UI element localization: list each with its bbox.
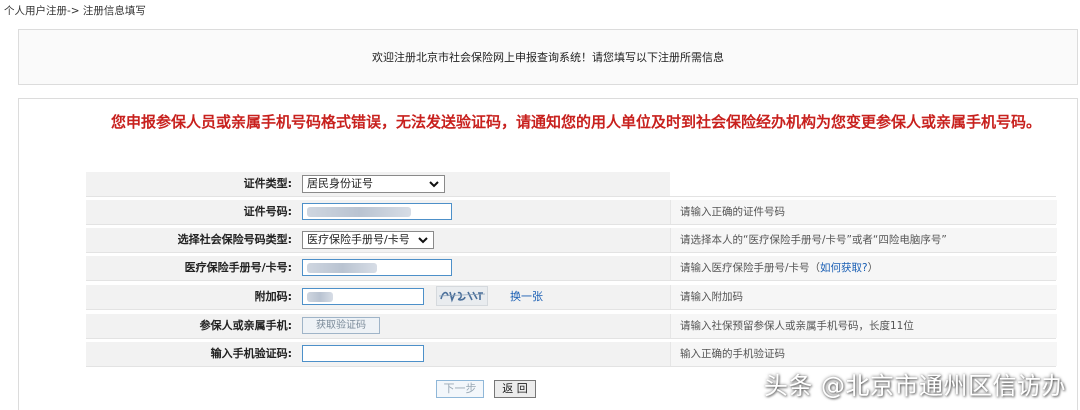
error-message: 您申报参保人员或亲属手机号码格式错误，无法发送验证码，请通知您的用人单位及时到社… <box>110 113 1041 131</box>
back-button[interactable]: 返 回 <box>494 380 536 398</box>
sms-code-input[interactable] <box>302 345 424 362</box>
id-number-hint: 请输入正确的证件号码 <box>680 206 785 218</box>
medical-card-input[interactable] <box>302 259 452 276</box>
row-insurance-type: 选择社会保险号码类型: 医疗保险手册号/卡号 请选择本人的“医疗保险手册号/卡号… <box>86 228 1057 253</box>
redacted-value <box>307 263 377 273</box>
welcome-banner: 欢迎注册北京市社会保险网上申报查询系统！请您填写以下注册所需信息 <box>18 29 1078 85</box>
form-actions: 下一步 返 回 <box>436 380 536 398</box>
row-medical-card: 医疗保险手册号/卡号: 请输入医疗保险手册号/卡号（如何获取?） <box>86 256 1057 281</box>
chevron-down-icon <box>418 237 428 244</box>
row-id-type: 证件类型: 居民身份证号 <box>86 172 1056 197</box>
watermark: 头条 @北京市通州区信访办 <box>763 372 1066 400</box>
next-button[interactable]: 下一步 <box>436 380 484 398</box>
id-type-value: 居民身份证号 <box>307 177 373 190</box>
get-code-button[interactable]: 获取验证码 <box>302 317 380 334</box>
redacted-value <box>307 292 333 302</box>
sms-code-hint: 输入正确的手机验证码 <box>680 348 785 360</box>
phone-hint: 请输入社保预留参保人或亲属手机号码，长度11位 <box>680 320 914 332</box>
captcha-input[interactable] <box>302 288 424 305</box>
id-type-select[interactable]: 居民身份证号 <box>302 175 445 193</box>
insurance-type-select[interactable]: 医疗保险手册号/卡号 <box>302 231 434 249</box>
refresh-captcha-link[interactable]: 换一张 <box>510 285 543 309</box>
sms-code-label: 输入手机验证码: <box>210 347 292 360</box>
insurance-type-value: 医疗保险手册号/卡号 <box>307 233 410 246</box>
chevron-down-icon <box>429 181 439 188</box>
captcha-glyphs-icon <box>438 291 486 303</box>
redacted-value <box>307 207 411 217</box>
row-sms-code: 输入手机验证码: 输入正确的手机验证码 <box>86 342 1057 367</box>
breadcrumb: 个人用户注册-> 注册信息填写 <box>4 5 146 17</box>
insurance-type-label: 选择社会保险号码类型: <box>177 233 292 246</box>
captcha-label: 附加码: <box>254 290 292 303</box>
captcha-hint: 请输入附加码 <box>680 291 743 303</box>
row-captcha: 附加码: 换一张 请输入附加码 <box>86 285 1057 310</box>
medical-card-label: 医疗保险手册号/卡号: <box>184 261 292 274</box>
row-id-number: 证件号码: 请输入正确的证件号码 <box>86 200 1057 225</box>
welcome-text: 欢迎注册北京市社会保险网上申报查询系统！请您填写以下注册所需信息 <box>372 51 724 64</box>
medical-card-hint: 请输入医疗保险手册号/卡号（如何获取?） <box>680 262 879 274</box>
id-type-label: 证件类型: <box>243 177 292 190</box>
id-number-label: 证件号码: <box>243 205 292 218</box>
insurance-type-hint: 请选择本人的“医疗保险手册号/卡号”或者“四险电脑序号” <box>680 234 947 246</box>
phone-label: 参保人或亲属手机: <box>199 319 292 332</box>
captcha-image[interactable] <box>436 286 488 306</box>
how-to-get-link[interactable]: 如何获取? <box>820 262 868 274</box>
id-number-input[interactable] <box>302 203 452 220</box>
row-phone: 参保人或亲属手机: 获取验证码 请输入社保预留参保人或亲属手机号码，长度11位 <box>86 314 1057 339</box>
